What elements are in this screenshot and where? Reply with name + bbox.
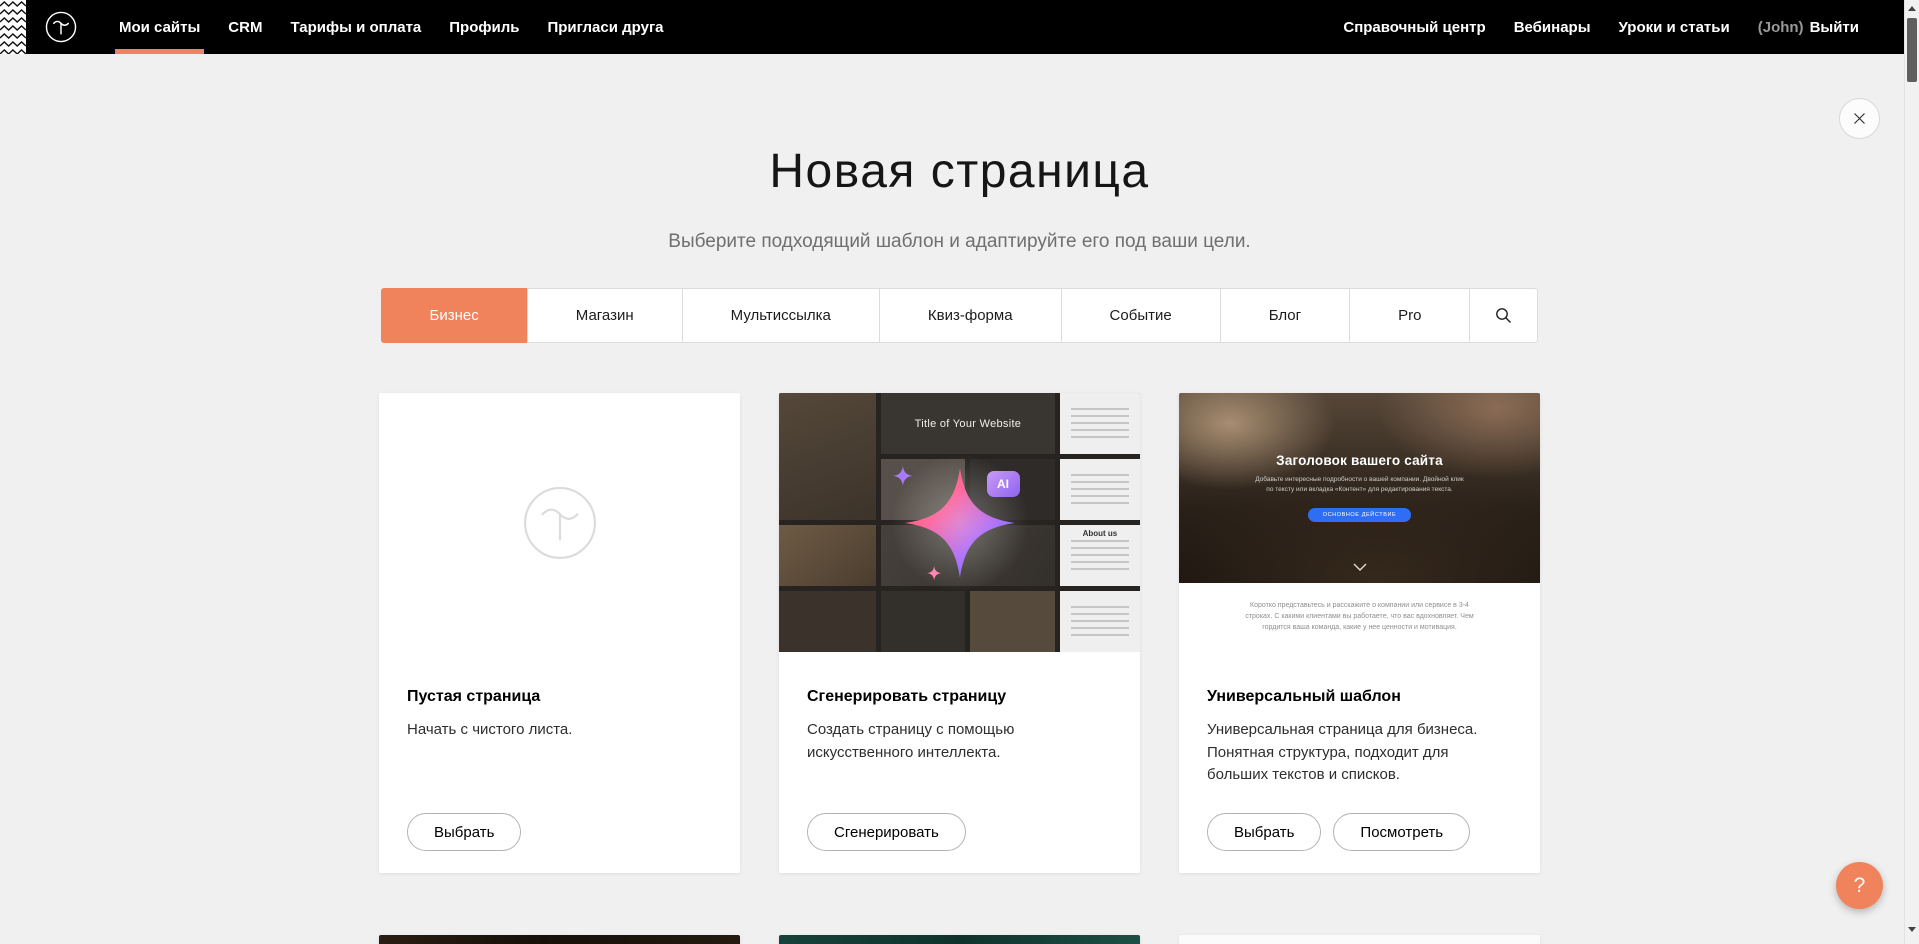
- scrollbar-thumb[interactable]: [1907, 18, 1917, 82]
- collage-about-cell: About us: [1060, 525, 1140, 586]
- nav-crm[interactable]: CRM: [214, 0, 276, 54]
- card-description: Создать страницу с помощью искусственног…: [807, 719, 1109, 764]
- preview-body-text: Коротко представьтесь и расскажите о ком…: [1240, 601, 1480, 634]
- nav-lessons[interactable]: Уроки и статьи: [1605, 0, 1744, 54]
- scroll-up-arrow[interactable]: [1908, 6, 1916, 11]
- chevron-down-icon: [1353, 558, 1367, 576]
- preview-cover-title: Заголовок вашего сайта: [1179, 393, 1540, 468]
- help-button[interactable]: ?: [1836, 862, 1883, 909]
- card-body: Сгенерировать страницу Создать страницу …: [779, 652, 1140, 764]
- collage-cell: [881, 459, 965, 520]
- template-card-universal[interactable]: Заголовок вашего сайта Добавьте интересн…: [1179, 393, 1540, 873]
- page-title: Новая страница: [0, 144, 1919, 199]
- template-card-partial[interactable]: [1179, 935, 1540, 944]
- scrollbar[interactable]: [1904, 0, 1919, 944]
- collage-cell: [779, 525, 876, 586]
- collage-title-cell: Title of Your Website: [881, 393, 1055, 454]
- logout-label: Выйти: [1810, 19, 1859, 36]
- template-card-blank[interactable]: Пустая страница Начать с чистого листа. …: [379, 393, 740, 873]
- template-card-partial[interactable]: [379, 935, 740, 944]
- scroll-down-arrow[interactable]: [1908, 927, 1916, 932]
- collage-cell: [779, 393, 876, 520]
- card-actions: Сгенерировать: [807, 813, 966, 851]
- collage-cell: [779, 591, 876, 652]
- view-button[interactable]: Посмотреть: [1333, 813, 1470, 851]
- nav-webinars[interactable]: Вебинары: [1500, 0, 1605, 54]
- search-tab[interactable]: [1469, 288, 1538, 343]
- tab-event[interactable]: Событие: [1061, 288, 1221, 343]
- card-title: Универсальный шаблон: [1207, 688, 1512, 706]
- preview-site-title: Title of Your Website: [915, 418, 1022, 430]
- logout-link[interactable]: (John) Выйти: [1744, 0, 1873, 54]
- ai-preview: Title of Your Website About us: [779, 393, 1140, 652]
- card-title: Пустая страница: [407, 688, 712, 706]
- preview-cover-caption: Добавьте интересные подробности о вашей …: [1252, 475, 1467, 496]
- nav-profile[interactable]: Профиль: [435, 0, 533, 54]
- collage-cell: [1060, 393, 1140, 454]
- tab-multilink[interactable]: Мультиссылка: [682, 288, 880, 343]
- collage-cell: [881, 591, 965, 652]
- select-button[interactable]: Выбрать: [1207, 813, 1321, 851]
- close-button[interactable]: [1839, 98, 1880, 139]
- photo-collage: Title of Your Website About us: [779, 393, 1140, 652]
- blank-preview: [379, 393, 740, 652]
- card-description: Универсальная страница для бизнеса. Поня…: [1207, 719, 1509, 787]
- preview-text-section: Коротко представьтесь и расскажите о ком…: [1179, 583, 1540, 652]
- card-body: Универсальный шаблон Универсальная стран…: [1179, 652, 1540, 787]
- dialog-content: Новая страница Выберите подходящий шабло…: [0, 54, 1919, 944]
- page-subtitle: Выберите подходящий шаблон и адаптируйте…: [0, 231, 1919, 253]
- primary-nav: Мои сайты CRM Тарифы и оплата Профиль Пр…: [105, 0, 678, 54]
- secondary-nav: Справочный центр Вебинары Уроки и статьи…: [1329, 0, 1873, 54]
- tab-pro[interactable]: Pro: [1349, 288, 1470, 343]
- card-description: Начать с чистого листа.: [407, 719, 709, 742]
- template-grid: Пустая страница Начать с чистого листа. …: [379, 393, 1540, 873]
- collage-cell: [881, 525, 1055, 586]
- nav-pricing[interactable]: Тарифы и оплата: [276, 0, 435, 54]
- card-actions: Выбрать: [407, 813, 521, 851]
- tab-business[interactable]: Бизнес: [381, 288, 528, 343]
- tab-store[interactable]: Магазин: [527, 288, 683, 343]
- generate-button[interactable]: Сгенерировать: [807, 813, 966, 851]
- preview-cta-button: основное действие: [1308, 508, 1412, 522]
- tab-quiz-form[interactable]: Квиз-форма: [879, 288, 1062, 343]
- close-icon: [1852, 111, 1867, 126]
- ai-badge: AI: [987, 471, 1020, 497]
- collage-cell: [1060, 459, 1140, 520]
- nav-my-sites[interactable]: Мои сайты: [105, 0, 214, 54]
- tab-blog[interactable]: Блог: [1220, 288, 1350, 343]
- collage-cell: [970, 591, 1054, 652]
- template-category-tabs: Бизнес Магазин Мультиссылка Квиз-форма С…: [0, 288, 1919, 343]
- card-actions: Выбрать Посмотреть: [1207, 813, 1470, 851]
- zigzag-decoration: [0, 0, 26, 54]
- collage-cell: [1060, 591, 1140, 652]
- nav-help-center[interactable]: Справочный центр: [1329, 0, 1499, 54]
- search-icon: [1495, 307, 1512, 324]
- new-page-dialog: Мои сайты CRM Тарифы и оплата Профиль Пр…: [0, 0, 1919, 944]
- tilda-watermark-icon: [512, 475, 608, 571]
- user-name: (John): [1758, 19, 1804, 36]
- template-card-generate[interactable]: Title of Your Website About us: [779, 393, 1140, 873]
- card-title: Сгенерировать страницу: [807, 688, 1112, 706]
- template-card-partial[interactable]: [779, 935, 1140, 944]
- preview-cover-section: Заголовок вашего сайта Добавьте интересн…: [1179, 393, 1540, 583]
- preview-about-label: About us: [1060, 529, 1140, 538]
- card-body: Пустая страница Начать с чистого листа.: [379, 652, 740, 742]
- universal-preview: Заголовок вашего сайта Добавьте интересн…: [1179, 393, 1540, 652]
- template-grid-row2: [379, 935, 1540, 944]
- select-button[interactable]: Выбрать: [407, 813, 521, 851]
- nav-invite-friend[interactable]: Пригласи друга: [533, 0, 677, 54]
- tilda-logo[interactable]: [41, 7, 81, 47]
- top-navigation-bar: Мои сайты CRM Тарифы и оплата Профиль Пр…: [0, 0, 1919, 54]
